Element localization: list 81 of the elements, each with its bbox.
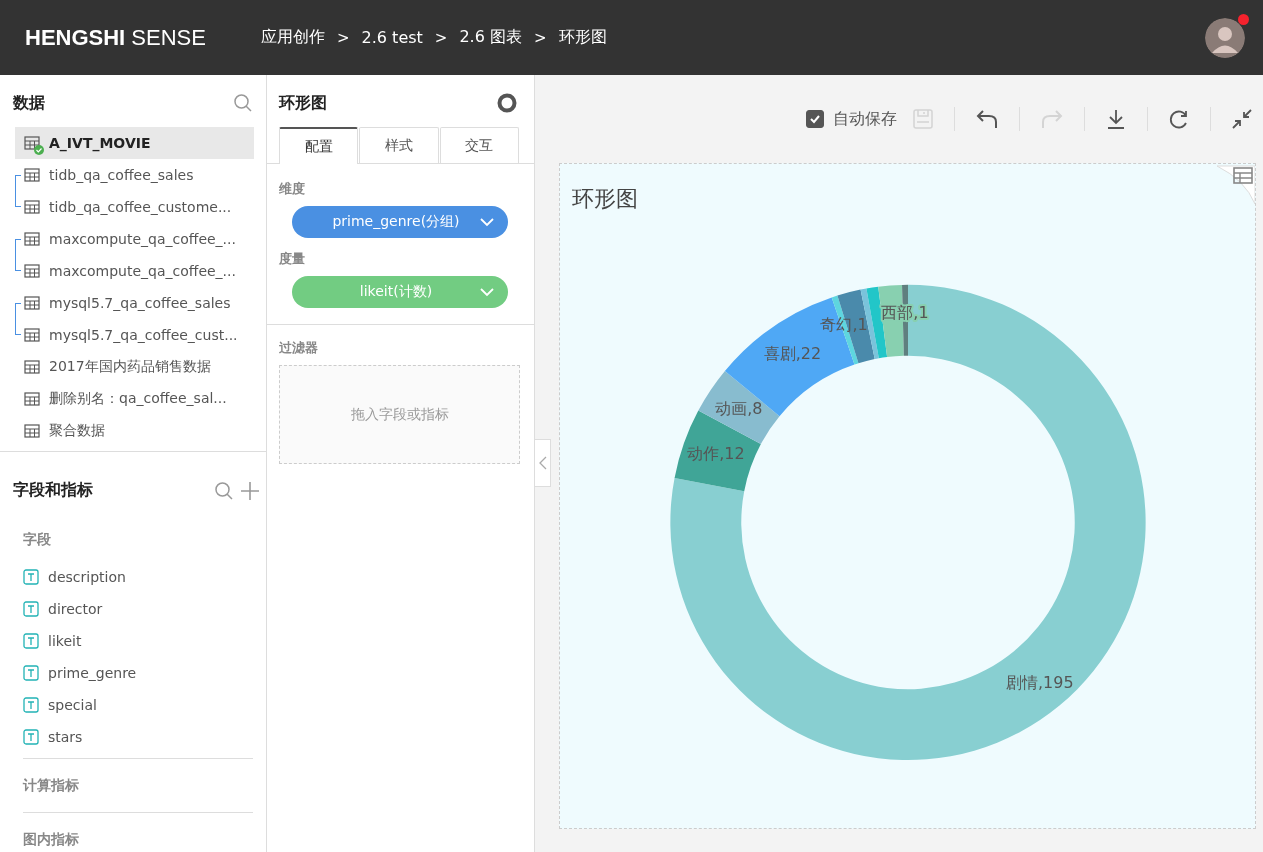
breadcrumb-link[interactable]: 环形图 xyxy=(558,27,607,48)
table-item[interactable]: mysql5.7_qa_coffee_cust... xyxy=(15,319,254,351)
field-item[interactable]: description xyxy=(23,561,253,593)
tree-bracket xyxy=(15,239,21,271)
table-icon xyxy=(24,263,40,279)
table-item[interactable]: 聚合数据 xyxy=(15,415,254,447)
table-item[interactable]: A_IVT_MOVIE xyxy=(15,127,254,159)
breadcrumb-link[interactable]: 应用创作 xyxy=(261,27,325,48)
tab[interactable]: 交互 xyxy=(439,127,519,163)
add-icon[interactable] xyxy=(240,480,260,501)
search-icon[interactable] xyxy=(233,93,253,113)
breadcrumb-link[interactable]: 2.6 图表 xyxy=(459,27,522,48)
table-item[interactable]: 2017年国内药品销售数据 xyxy=(15,351,254,383)
chevron-down-icon xyxy=(480,217,494,227)
donut-slice[interactable] xyxy=(837,289,875,364)
panel-title: 数据 xyxy=(13,92,45,114)
field-item[interactable]: director xyxy=(23,593,253,625)
breadcrumb-link[interactable]: 2.6 test xyxy=(361,28,423,47)
panel-title: 环形图 xyxy=(279,92,327,114)
panel-title: 字段和指标 xyxy=(13,480,93,501)
chevron-down-icon xyxy=(480,287,494,297)
section-title[interactable]: 图内指标 xyxy=(23,819,253,852)
user-silhouette-icon xyxy=(1205,17,1245,58)
table-item[interactable]: tidb_qa_coffee_sales xyxy=(15,159,254,191)
table-icon xyxy=(24,167,40,183)
slice-label: 喜剧,22 xyxy=(763,344,822,364)
table-item[interactable]: 删除别名：qa_coffee_sal... xyxy=(15,383,254,415)
chart-title: 环形图 xyxy=(572,185,638,213)
table-icon xyxy=(24,423,40,439)
field-item[interactable]: prime_genre xyxy=(23,657,253,689)
slice-label: 奇幻,1 xyxy=(820,315,868,335)
tab[interactable]: 配置 xyxy=(279,127,359,164)
slot-label: 维度 xyxy=(279,180,306,198)
undo-icon[interactable] xyxy=(975,108,999,130)
app-logo[interactable]: HENGSHI SENSE xyxy=(25,24,261,51)
breadcrumb-separator: > xyxy=(533,28,547,47)
check-icon xyxy=(809,113,821,125)
breadcrumb-separator: > xyxy=(434,28,448,47)
slice-label: 动作,12 xyxy=(687,444,745,464)
section-title[interactable]: 字段 xyxy=(23,519,253,561)
autosave-checkbox[interactable]: 自动保存 xyxy=(806,108,897,130)
table-icon xyxy=(24,391,40,407)
donut-chart-icon xyxy=(496,92,518,114)
text-field-icon xyxy=(23,633,39,649)
slice-label: 动画,8 xyxy=(715,398,763,418)
table-item[interactable]: maxcompute_qa_coffee_... xyxy=(15,255,254,287)
text-field-icon xyxy=(23,697,39,713)
download-icon[interactable] xyxy=(1105,108,1127,130)
breadcrumb-separator: > xyxy=(337,28,350,47)
text-field-icon xyxy=(23,665,39,681)
field-item[interactable]: likeit xyxy=(23,625,253,657)
tab[interactable]: 样式 xyxy=(359,127,439,163)
text-field-icon xyxy=(23,569,39,585)
table-icon xyxy=(24,359,40,375)
slice-label: 剧情,195 xyxy=(1006,672,1074,692)
slot-label: 度量 xyxy=(279,250,306,268)
refresh-icon[interactable] xyxy=(1168,108,1190,130)
tree-bracket xyxy=(15,175,21,207)
text-field-icon xyxy=(23,729,39,745)
table-icon xyxy=(24,135,40,151)
field-item[interactable]: stars xyxy=(23,721,253,753)
donut-slice[interactable] xyxy=(670,284,1146,760)
checkbox[interactable] xyxy=(806,110,824,128)
search-icon[interactable] xyxy=(214,480,234,501)
section-title[interactable]: 计算指标 xyxy=(23,765,253,807)
text-field-icon xyxy=(23,601,39,617)
tree-bracket xyxy=(15,303,21,335)
table-icon xyxy=(24,295,40,311)
table-item[interactable]: tidb_qa_coffee_custome... xyxy=(15,191,254,223)
table-icon xyxy=(24,231,40,247)
chevron-left-icon xyxy=(538,456,547,470)
table-item[interactable]: mysql5.7_qa_coffee_sales xyxy=(15,287,254,319)
table-item[interactable]: maxcompute_qa_coffee_... xyxy=(15,223,254,255)
drop-zone-hint: 拖入字段或指标 xyxy=(350,405,449,424)
collapse-handle[interactable] xyxy=(535,439,551,487)
table-icon xyxy=(24,327,40,343)
field-item[interactable]: special xyxy=(23,689,253,721)
section-title: 过滤器 xyxy=(279,339,319,357)
table-view-icon[interactable] xyxy=(1215,164,1255,204)
table-icon xyxy=(24,199,40,215)
collapse-icon[interactable] xyxy=(1231,108,1253,130)
